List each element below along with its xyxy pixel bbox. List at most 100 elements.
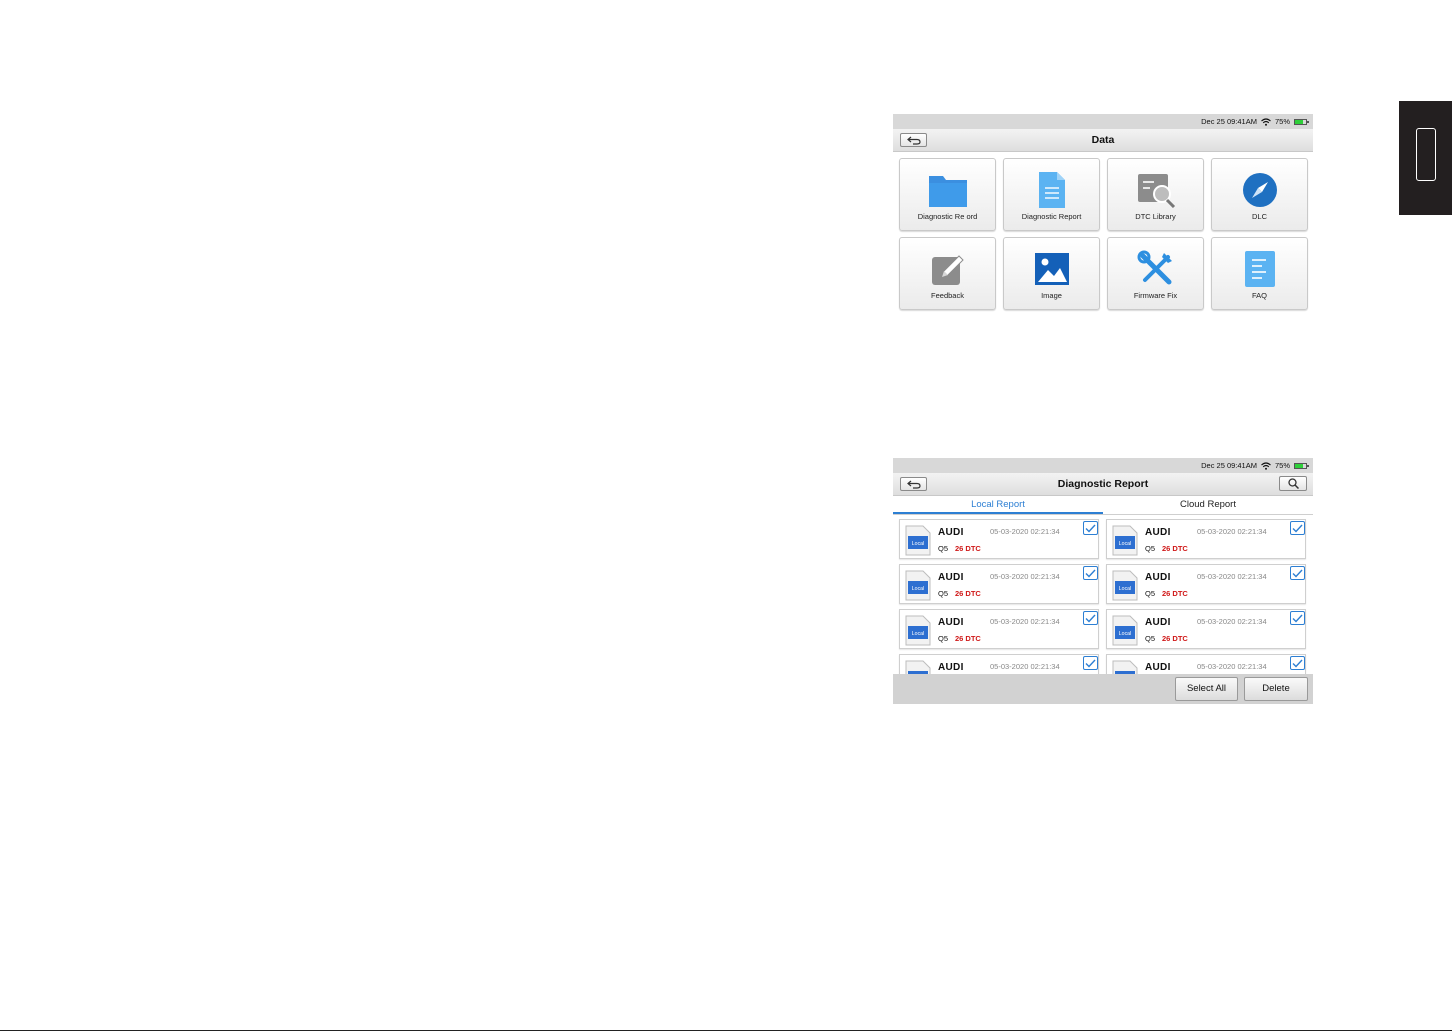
report-checkbox[interactable] (1290, 521, 1305, 535)
title-bar: Data (893, 129, 1313, 152)
tile-feedback[interactable]: Feedback (899, 237, 996, 310)
report-model: Q5 (938, 634, 949, 643)
report-dtc-count: 26 DTC (1162, 589, 1188, 598)
tile-diagnostic-record[interactable]: Diagnostic Re ord (899, 158, 996, 231)
faq-document-icon (1240, 250, 1280, 288)
report-model: Q5 (1145, 589, 1156, 598)
status-battery-percent: 75% (1274, 117, 1290, 126)
select-all-button[interactable]: Select All (1175, 677, 1238, 701)
local-report-file-icon: Local (1112, 615, 1138, 646)
tile-faq[interactable]: FAQ (1211, 237, 1308, 310)
local-report-file-icon: Local (1112, 660, 1138, 674)
report-dtc-count: 26 DTC (1162, 634, 1188, 643)
checkmark-icon (1085, 614, 1096, 623)
search-button[interactable] (1279, 476, 1307, 491)
tile-dtc-library[interactable]: DTC Library (1107, 158, 1204, 231)
report-card[interactable]: LocalAUDI05-03-2020 02:21:34Q526 DTC (1106, 654, 1306, 674)
back-arrow-icon (906, 480, 921, 489)
page-divider (0, 1030, 1452, 1031)
compass-icon (1240, 171, 1280, 209)
delete-button[interactable]: Delete (1244, 677, 1308, 701)
wifi-icon (1261, 117, 1271, 126)
report-model: Q5 (938, 589, 949, 598)
tile-label: Image (1041, 291, 1062, 300)
report-dtc-count: 26 DTC (955, 589, 981, 598)
tile-label: DTC Library (1135, 212, 1176, 221)
report-date: 05-03-2020 02:21:34 (990, 662, 1060, 671)
report-checkbox[interactable] (1083, 521, 1098, 535)
report-model: Q5 (1145, 544, 1156, 553)
folder-icon (928, 171, 968, 209)
doc-badge: Local (1119, 631, 1131, 637)
report-make: AUDI (938, 617, 964, 628)
report-card[interactable]: LocalAUDI05-03-2020 02:21:34Q526 DTC (899, 654, 1099, 674)
report-checkbox[interactable] (1083, 566, 1098, 580)
tile-label: Feedback (931, 291, 964, 300)
page-title: Diagnostic Report (1057, 478, 1149, 490)
battery-icon (1294, 118, 1309, 125)
doc-badge: Local (912, 586, 924, 592)
title-bar: Diagnostic Report (893, 473, 1313, 496)
report-make: AUDI (1145, 572, 1171, 583)
doc-badge: Local (912, 541, 924, 547)
report-date: 05-03-2020 02:21:34 (990, 572, 1060, 581)
local-report-file-icon: Local (905, 615, 931, 646)
report-card[interactable]: LocalAUDI05-03-2020 02:21:34Q526 DTC (899, 519, 1099, 559)
local-report-file-icon: Local (905, 525, 931, 556)
report-date: 05-03-2020 02:21:34 (990, 527, 1060, 536)
wifi-icon (1261, 461, 1271, 470)
report-tabs: Local Report Cloud Report (893, 496, 1313, 515)
tab-local-report[interactable]: Local Report (893, 496, 1103, 514)
doc-badge: Local (1119, 541, 1131, 547)
local-report-file-icon: Local (1112, 525, 1138, 556)
tile-label: DLC (1251, 212, 1267, 221)
report-checkbox[interactable] (1290, 656, 1305, 670)
back-button[interactable] (900, 133, 927, 147)
page-title: Data (1091, 134, 1115, 146)
report-date: 05-03-2020 02:21:34 (1197, 572, 1267, 581)
tile-dlc[interactable]: DLC (1211, 158, 1308, 231)
report-card[interactable]: LocalAUDI05-03-2020 02:21:34Q526 DTC (899, 609, 1099, 649)
checkmark-icon (1292, 524, 1303, 533)
report-make: AUDI (938, 527, 964, 538)
status-bar: Dec 25 09:41AM 75% (893, 458, 1313, 473)
report-make: AUDI (1145, 527, 1171, 538)
checkmark-icon (1292, 659, 1303, 668)
tile-label: Diagnostic Report (1021, 212, 1082, 221)
local-report-file-icon: Local (1112, 570, 1138, 601)
report-card[interactable]: Local AUDI 05-03-2020 02:21:34 Q5 26 DTC (1106, 564, 1306, 604)
section-marker (1416, 128, 1436, 181)
tile-firmware-fix[interactable]: Firmware Fix (1107, 237, 1204, 310)
image-icon (1032, 250, 1072, 288)
tab-cloud-report[interactable]: Cloud Report (1103, 496, 1313, 514)
local-report-file-icon: Local (905, 660, 931, 674)
report-checkbox[interactable] (1290, 611, 1305, 625)
tile-label: FAQ (1251, 291, 1267, 300)
local-report-file-icon: Local (905, 570, 931, 601)
back-arrow-icon (906, 136, 921, 145)
report-checkbox[interactable] (1290, 566, 1305, 580)
checkmark-icon (1292, 569, 1303, 578)
data-menu-grid: Diagnostic Re ord Diagnostic Report DTC … (899, 158, 1309, 310)
dtc-search-icon (1136, 171, 1176, 209)
report-list[interactable]: Local AUDI 05-03-2020 02:21:34 Q5 26 DTC Loca… (893, 515, 1313, 674)
tile-label: Diagnostic Re ord (917, 212, 978, 221)
checkmark-icon (1085, 659, 1096, 668)
tile-image[interactable]: Image (1003, 237, 1100, 310)
report-checkbox[interactable] (1083, 611, 1098, 625)
status-bar: Dec 25 09:41AM 75% (893, 114, 1313, 129)
report-card[interactable]: LocalAUDI05-03-2020 02:21:34Q526 DTC (1106, 609, 1306, 649)
tile-diagnostic-report[interactable]: Diagnostic Report (1003, 158, 1100, 231)
side-section-tab (1399, 101, 1452, 215)
checkmark-icon (1085, 524, 1096, 533)
back-button[interactable] (900, 477, 927, 491)
document-icon (1032, 171, 1072, 209)
report-checkbox[interactable] (1083, 656, 1098, 670)
doc-badge: Local (912, 631, 924, 637)
status-datetime: Dec 25 09:41AM (1201, 461, 1257, 470)
report-dtc-count: 26 DTC (955, 544, 981, 553)
report-card[interactable]: LocalAUDI05-03-2020 02:21:34Q526 DTC (1106, 519, 1306, 559)
report-card[interactable]: LocalAUDI05-03-2020 02:21:34Q526 DTC (899, 564, 1099, 604)
tools-icon (1136, 250, 1176, 288)
checkmark-icon (1292, 614, 1303, 623)
